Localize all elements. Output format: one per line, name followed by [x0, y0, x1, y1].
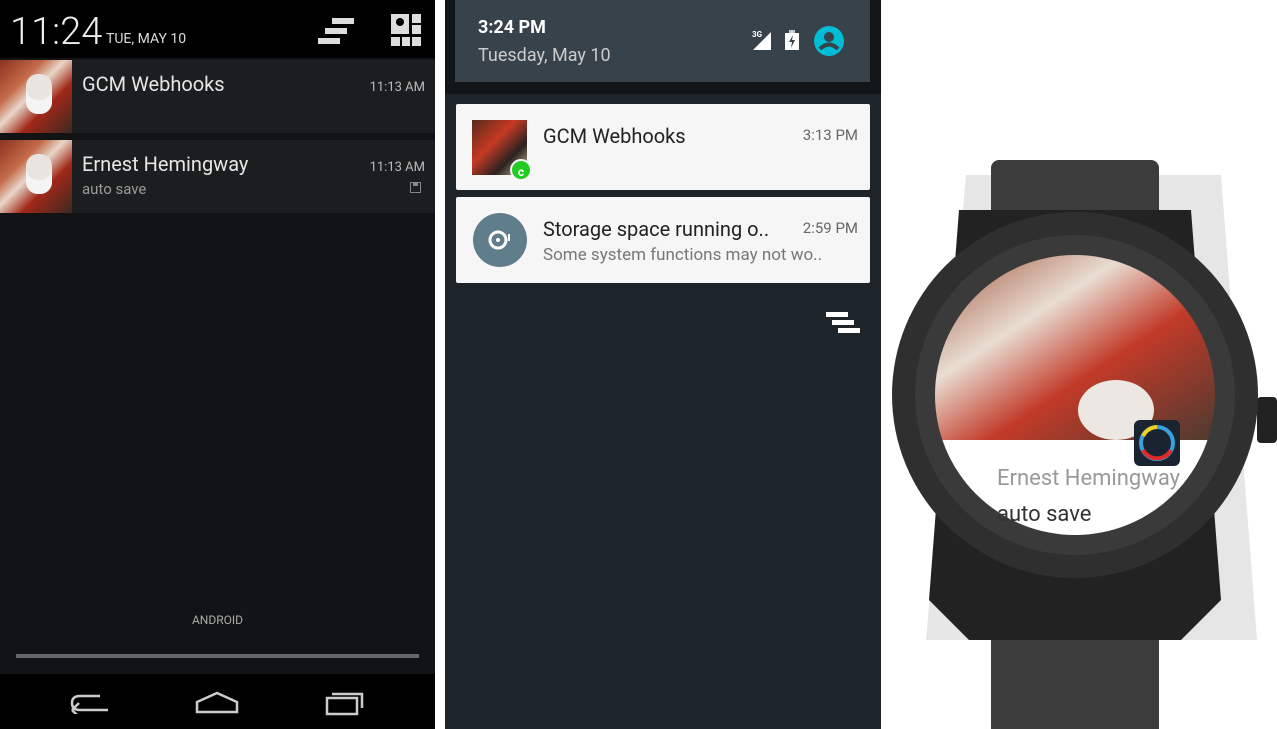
smartwatch: [892, 160, 1277, 729]
android-kitkat-notification-shade: 11:24 TUE, MAY 10 GCM Webhooks 11:13 AM …: [0, 0, 435, 729]
clock: 11:24: [10, 10, 103, 54]
back-icon[interactable]: [70, 692, 110, 714]
notification-gcm-webhooks[interactable]: GCM Webhooks 11:13 AM: [0, 60, 435, 133]
navigation-bar: [0, 674, 435, 729]
quick-settings-icon[interactable]: [391, 14, 421, 46]
notification-title: Storage space running o..: [543, 217, 770, 241]
notification-time: 11:13 AM: [369, 160, 425, 175]
battery-charging-icon: [785, 30, 799, 50]
home-icon[interactable]: [195, 690, 239, 714]
notification-title: GCM Webhooks: [543, 124, 686, 148]
clock: 3:24 PM: [478, 17, 546, 38]
watch-notification-text: auto save: [997, 502, 1092, 527]
notification-time: 11:13 AM: [369, 80, 425, 95]
avatar: [0, 60, 72, 133]
notification-time: 2:59 PM: [802, 219, 858, 237]
android-lollipop-notification-shade: 3:24 PM Tuesday, May 10 3G c GCM Webhook…: [445, 0, 881, 729]
notification-title: GCM Webhooks: [82, 72, 225, 96]
recents-icon[interactable]: [325, 690, 365, 716]
date: TUE, MAY 10: [106, 31, 187, 47]
clear-all-icon[interactable]: [826, 312, 860, 334]
carrier-label: ANDROID: [191, 613, 244, 627]
notification-time: 3:13 PM: [802, 126, 858, 144]
clear-all-icon[interactable]: [318, 18, 354, 44]
storage-warning-icon: [473, 213, 527, 267]
notification-text: Some system functions may not wo..: [543, 245, 823, 265]
notification-text: auto save: [82, 180, 147, 198]
notification-storage[interactable]: Storage space running o.. Some system fu…: [456, 197, 870, 283]
drag-handle[interactable]: [16, 654, 419, 658]
notification-gcm-webhooks[interactable]: c GCM Webhooks 3:13 PM: [456, 104, 870, 190]
app-badge: c: [510, 159, 532, 181]
status-header: 3:24 PM Tuesday, May 10 3G: [455, 0, 870, 82]
save-icon: [410, 182, 421, 193]
notification-ernest-hemingway[interactable]: Ernest Hemingway auto save 11:13 AM: [0, 140, 435, 213]
watch-notification-title: Ernest Hemingway: [997, 466, 1181, 491]
status-header: 11:24 TUE, MAY 10: [0, 0, 435, 58]
date: Tuesday, May 10: [478, 45, 611, 66]
notification-title: Ernest Hemingway: [82, 152, 249, 176]
signal-icon: [753, 32, 771, 50]
user-avatar-icon[interactable]: [813, 25, 845, 57]
watch-crown: [1257, 397, 1277, 443]
avatar: [0, 140, 72, 213]
